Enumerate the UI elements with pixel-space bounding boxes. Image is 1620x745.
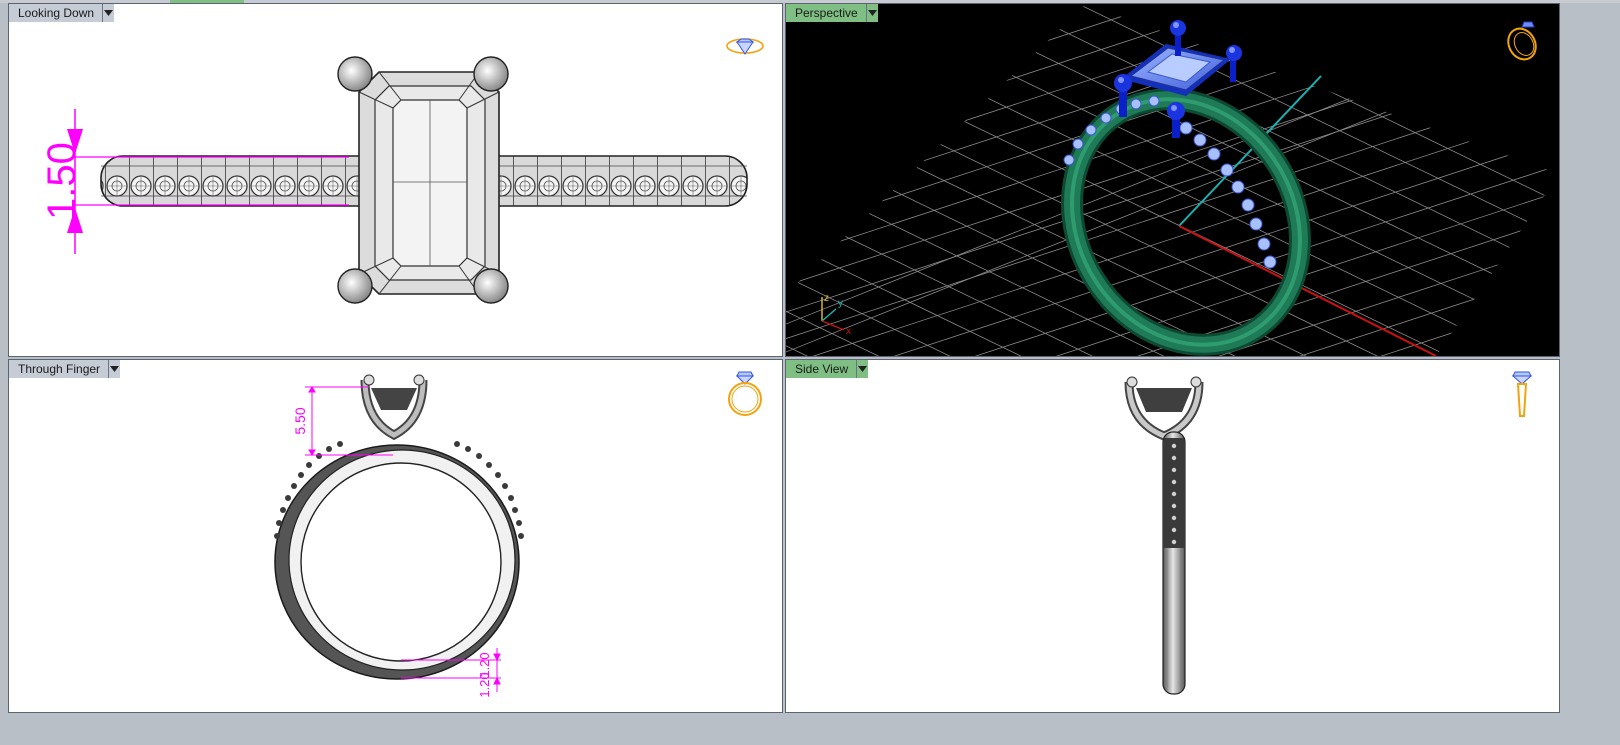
ring-perspective-model [1061,20,1311,356]
axis-z-label: z [824,293,829,304]
viewport-menu-button[interactable] [102,4,115,22]
chevron-down-icon [867,10,877,16]
viewport-title: Looking Down [9,4,103,22]
through-finger-canvas: 5.50 1.20 1.20 [274,374,524,698]
viewport-title-tab[interactable]: Looking Down [9,4,115,22]
side-view-canvas [1124,376,1204,695]
emerald-stone-top [358,71,500,295]
prong-bottom-right [473,268,509,304]
viewport-perspective[interactable]: Perspective z y x [785,3,1560,357]
viewport-title: Side View [786,360,857,378]
dimension-head-label: 5.50 [292,407,308,434]
ring-front-icon[interactable] [725,370,765,423]
chevron-down-icon [104,10,114,16]
viewport-menu-button[interactable] [108,360,121,378]
prong-top-left [337,56,373,92]
diamond-ring-icon[interactable] [725,32,765,63]
viewport-title-tab[interactable]: Through Finger [9,360,121,378]
viewport-looking-down[interactable]: Looking Down 1.50 [8,3,783,357]
chevron-down-icon [110,366,120,372]
prong-top-right [473,56,509,92]
viewport-title-tab[interactable]: Side View [786,360,869,378]
viewport-title: Through Finger [9,360,109,378]
viewport-side-view[interactable]: Side View [785,359,1560,713]
viewport-title-tab[interactable]: Perspective [786,4,878,22]
viewport-menu-button[interactable] [856,360,869,378]
prong-head-front [360,374,428,441]
axis-x-label: x [846,326,851,337]
dimension-shank-label-b: 1.20 [477,672,492,697]
viewport-menu-button[interactable] [865,4,878,22]
ring-side-model [1124,376,1204,695]
viewport-title: Perspective [786,4,866,22]
ring-perspective-icon[interactable] [1502,18,1542,69]
looking-down-canvas: 1.50 [40,56,748,304]
axis-y-label: y [838,298,843,309]
chevron-down-icon [858,366,868,372]
prong-bottom-left [337,268,373,304]
ring-side-icon[interactable] [1502,370,1542,425]
viewport-through-finger[interactable]: Through Finger 5.50 1.20 1.20 [8,359,783,713]
dimension-label: 1.50 [40,142,84,220]
perspective-canvas: z y x [786,4,1559,356]
